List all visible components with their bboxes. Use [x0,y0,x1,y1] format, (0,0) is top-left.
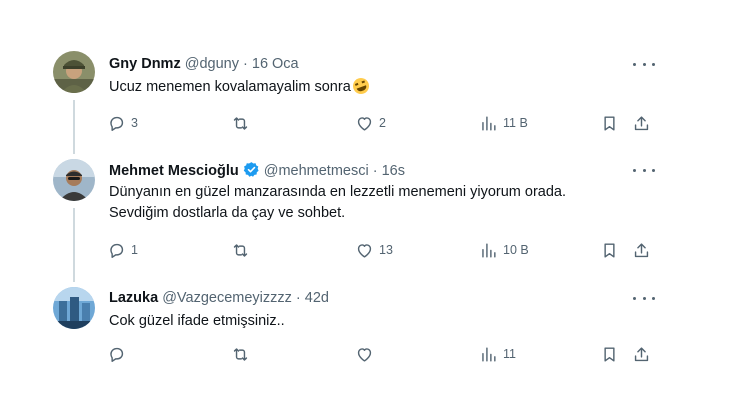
view-count: 11 B [503,116,528,130]
retweet-icon [233,243,248,257]
thread-line [73,100,75,154]
like-button[interactable]: 2 [355,112,386,134]
timestamp[interactable]: 42d [305,290,329,306]
separator-dot: · [295,290,301,306]
reply-button[interactable]: 1 [107,239,138,261]
share-button[interactable] [632,112,651,134]
retweet-button[interactable] [231,343,255,365]
tweet-header: Gny Dnmz @dguny · 16 Oca [109,55,299,73]
analytics-icon [482,242,496,258]
user-handle[interactable]: @Vazgecemeyizzzz [162,290,292,306]
heart-icon [357,116,372,131]
like-button[interactable] [355,343,379,365]
more-options-button[interactable] [633,290,655,306]
more-options-button[interactable] [633,162,655,178]
tweet-header: Mehmet Mescioğlu @mehmetmesci · 16s [109,161,405,180]
reply-button[interactable]: 3 [107,112,138,134]
timestamp[interactable]: 16s [382,163,405,179]
bookmark-button[interactable] [600,239,619,261]
display-name[interactable]: Gny Dnmz [109,56,181,72]
view-count: 11 [503,347,516,361]
tweet-text-line: Ucuz menemen kovalamayalim sonra [109,79,351,95]
share-button[interactable] [632,343,651,365]
action-bar: 11 [107,343,667,365]
views-button[interactable]: 11 B [479,112,528,134]
avatar[interactable] [53,51,95,93]
view-count: 10 B [503,243,529,257]
reply-icon [110,116,124,131]
tweet-text-line: Cok güzel ifade etmişsiniz.. [109,313,285,329]
share-icon [634,242,649,257]
heart-icon [357,243,372,258]
share-icon [634,115,649,130]
action-bar: 3 2 11 B [107,112,667,134]
more-options-button[interactable] [633,56,655,72]
display-name[interactable]: Lazuka [109,290,158,306]
tweet-header: Lazuka @Vazgecemeyizzzz · 42d [109,289,329,307]
tweet-text-line: Dünyanın en güzel manzarasında en lezzet… [109,184,566,200]
retweet-icon [233,347,248,361]
separator-dot: · [243,56,248,72]
display-name[interactable]: Mehmet Mescioğlu [109,163,239,179]
like-count: 2 [379,116,386,130]
bookmark-icon [604,346,615,362]
timestamp[interactable]: 16 Oca [252,56,299,72]
heart-icon [357,347,372,362]
user-handle[interactable]: @dguny [185,56,239,72]
like-count: 13 [379,243,393,257]
bookmark-icon [604,242,615,258]
tweet-text: Cok güzel ifade etmişsiniz.. [109,311,285,332]
thread-line [73,208,75,282]
bookmark-button[interactable] [600,343,619,365]
reply-icon [110,243,124,258]
bookmark-icon [604,115,615,131]
share-button[interactable] [632,239,651,261]
reply-count: 3 [131,116,138,130]
retweet-button[interactable] [231,239,255,261]
user-handle[interactable]: @mehmetmesci [264,163,369,179]
retweet-icon [233,116,248,130]
reply-button[interactable] [107,343,131,365]
rofl-emoji-icon [350,75,372,97]
avatar[interactable] [53,159,95,201]
verified-badge-icon [243,162,259,177]
separator-dot: · [372,163,378,179]
action-bar: 1 13 10 B [107,239,667,261]
share-icon [634,346,649,361]
retweet-button[interactable] [231,112,255,134]
tweet-text: Ucuz menemen kovalamayalim sonra [109,75,372,98]
tweet-text: Dünyanın en güzel manzarasında en lezzet… [109,182,566,224]
bookmark-button[interactable] [600,112,619,134]
reply-icon [110,347,124,362]
tweet-text-line: Sevdiğim dostlarla da çay ve sohbet. [109,205,346,221]
like-button[interactable]: 13 [355,239,393,261]
reply-count: 1 [131,243,138,257]
views-button[interactable]: 10 B [479,239,529,261]
analytics-icon [482,346,496,362]
analytics-icon [482,115,496,131]
avatar[interactable] [53,287,95,329]
views-button[interactable]: 11 [479,343,516,365]
